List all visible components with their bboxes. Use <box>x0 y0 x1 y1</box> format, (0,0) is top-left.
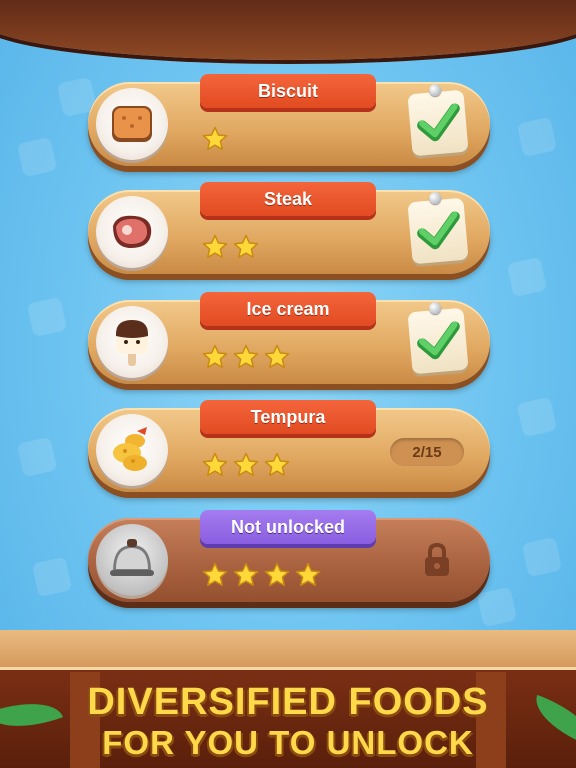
food-plate <box>96 306 168 378</box>
promo-banner: DIVERSIFIED FOODS FOR YOU TO UNLOCK <box>0 680 576 762</box>
level-row-locked[interactable]: Not unlocked <box>88 510 490 602</box>
completed-card <box>407 301 469 375</box>
level-row-biscuit[interactable]: Biscuit <box>88 74 490 166</box>
level-name-ribbon: Not unlocked <box>200 510 376 544</box>
check-icon <box>417 321 460 360</box>
check-icon <box>417 103 460 142</box>
food-plate <box>96 196 168 268</box>
star-icon <box>202 562 228 587</box>
food-plate <box>96 524 168 596</box>
star-icon <box>202 234 228 259</box>
level-row-tempura[interactable]: Tempura 2/15 <box>88 400 490 492</box>
biscuit-icon <box>112 106 152 142</box>
completed-card <box>407 191 469 265</box>
star-rating <box>202 126 228 152</box>
level-row-steak[interactable]: Steak <box>88 182 490 274</box>
star-icon <box>202 452 228 477</box>
level-row-ice-cream[interactable]: Ice cream <box>88 292 490 384</box>
level-name-ribbon: Steak <box>200 182 376 216</box>
star-icon <box>202 126 228 151</box>
star-rating <box>202 344 290 370</box>
food-plate <box>96 88 168 160</box>
wooden-counter-top <box>0 630 576 670</box>
progress-counter: 2/15 <box>390 438 464 466</box>
star-icon <box>233 562 259 587</box>
star-icon <box>295 562 321 587</box>
star-rating <box>202 452 290 478</box>
star-icon <box>233 234 259 259</box>
tempura-icon <box>113 427 147 471</box>
level-name-ribbon: Ice cream <box>200 292 376 326</box>
star-icon <box>233 344 259 369</box>
check-icon <box>417 211 460 250</box>
cloche-icon <box>110 539 154 576</box>
promo-line-1: DIVERSIFIED FOODS <box>87 681 489 723</box>
steak-icon <box>113 215 152 248</box>
food-plate <box>96 414 168 486</box>
completed-card <box>407 83 469 157</box>
level-name-ribbon: Tempura <box>200 400 376 434</box>
star-icon <box>264 452 290 477</box>
promo-line-2: FOR YOU TO UNLOCK <box>102 724 474 761</box>
star-rating <box>202 234 259 260</box>
star-icon <box>202 344 228 369</box>
lock-icon <box>425 542 449 576</box>
star-icon <box>233 452 259 477</box>
star-icon <box>264 562 290 587</box>
star-rating <box>202 562 321 588</box>
star-icon <box>264 344 290 369</box>
ice-cream-icon <box>116 320 148 366</box>
level-name-ribbon: Biscuit <box>200 74 376 108</box>
